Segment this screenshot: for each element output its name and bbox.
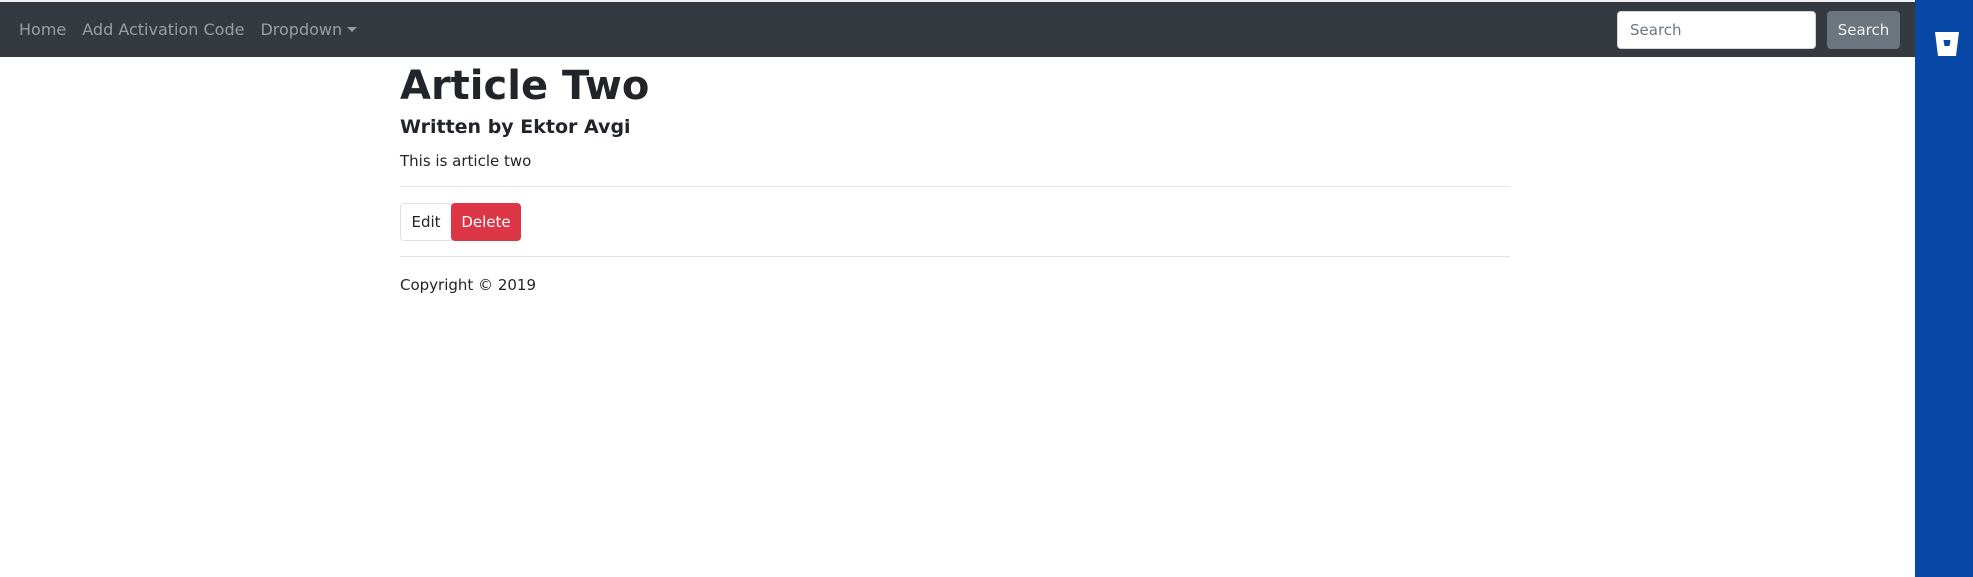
caret-down-icon: [347, 27, 358, 32]
extension-sidebar: [1915, 0, 1973, 577]
bitbucket-icon[interactable]: [1932, 30, 1962, 58]
search-button[interactable]: Search: [1827, 11, 1900, 49]
edit-button[interactable]: Edit: [400, 203, 452, 241]
article-author: Written by Ektor Avgi: [400, 116, 631, 138]
top-navbar: Home Add Activation Code Dropdown Search: [0, 2, 1915, 57]
nav-link-home[interactable]: Home: [19, 20, 66, 39]
search-form: Search: [1617, 11, 1900, 49]
nav-dropdown-toggle[interactable]: Dropdown: [260, 20, 358, 39]
divider: [400, 186, 1510, 187]
nav-dropdown-label: Dropdown: [260, 20, 343, 39]
nav-links: Home Add Activation Code Dropdown: [19, 2, 358, 57]
nav-link-add-activation-code[interactable]: Add Activation Code: [82, 20, 244, 39]
copyright-text: Copyright © 2019: [400, 276, 537, 294]
article-body: This is article two: [400, 152, 532, 170]
search-input[interactable]: [1617, 11, 1816, 49]
article-actions: Edit Delete: [400, 203, 521, 241]
article-title: Article Two: [400, 63, 650, 109]
main-area: Home Add Activation Code Dropdown Search…: [0, 0, 1915, 577]
delete-button[interactable]: Delete: [451, 203, 521, 241]
page: Home Add Activation Code Dropdown Search…: [0, 0, 1973, 577]
divider: [400, 256, 1510, 257]
